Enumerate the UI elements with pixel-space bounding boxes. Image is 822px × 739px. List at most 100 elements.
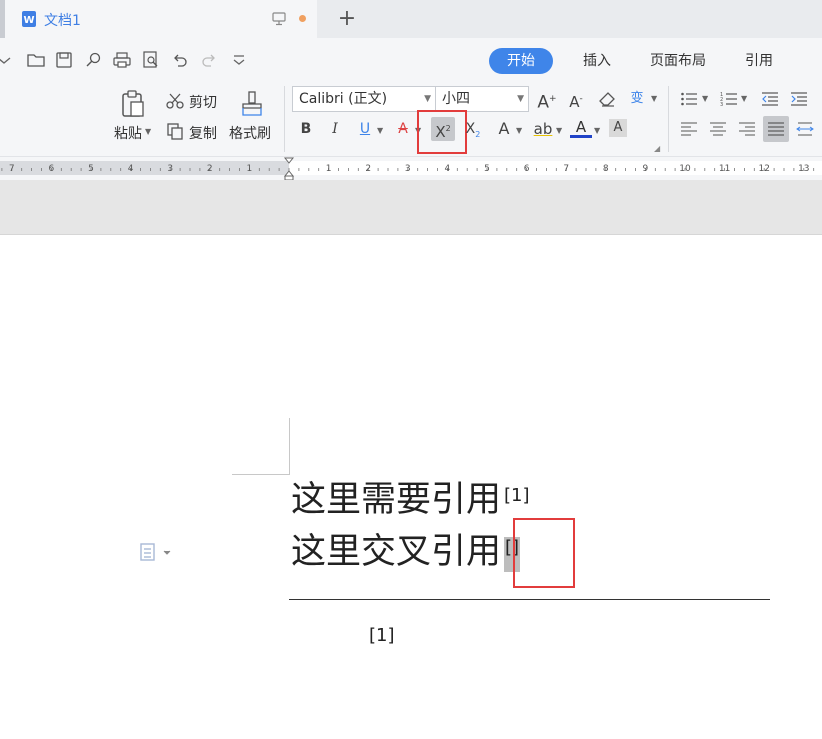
line-1-text: 这里需要引用 <box>291 480 502 520</box>
svg-text:W: W <box>23 15 34 26</box>
format-painter-icon[interactable] <box>240 90 264 118</box>
align-left-icon[interactable] <box>681 122 697 136</box>
justify-icon <box>768 122 784 136</box>
undo-icon[interactable] <box>170 50 190 70</box>
save-icon[interactable] <box>54 50 74 70</box>
chevron-down-icon[interactable]: ▼ <box>424 87 431 111</box>
underline-button[interactable]: U <box>354 118 376 140</box>
numbering-icon[interactable]: 123 <box>720 91 738 107</box>
ruler-number: 3 <box>167 164 173 174</box>
distributed-align-icon[interactable] <box>796 122 814 136</box>
page-gap <box>0 180 822 235</box>
footnote-text[interactable]: [1] <box>369 625 395 646</box>
ruler-number: 5 <box>88 164 94 174</box>
paste-icon[interactable] <box>120 90 146 118</box>
footnote-reference[interactable]: [1] <box>504 485 530 506</box>
bullets-icon[interactable] <box>680 91 698 107</box>
clear-format-icon[interactable] <box>598 91 616 107</box>
align-right-icon[interactable] <box>739 122 755 136</box>
unsaved-dot-icon <box>299 15 306 22</box>
highlight-color-icon[interactable]: ab <box>532 118 554 140</box>
font-size-value: 小四 <box>442 91 470 107</box>
cut-label[interactable]: 剪切 <box>189 92 217 112</box>
copy-icon[interactable] <box>166 122 184 140</box>
align-center-icon[interactable] <box>710 122 726 136</box>
strikethrough-button[interactable]: A <box>392 118 414 140</box>
document-tab-title: 文档1 <box>44 13 81 29</box>
print-icon[interactable] <box>112 50 132 70</box>
ribbon: 粘贴 ▼ 剪切 复制 格式刷 Calibri (正文) ▼ 小四 ▼ A+ A-… <box>0 82 822 156</box>
tab-page-layout[interactable]: 页面布局 <box>641 48 715 74</box>
ruler-number: 10 <box>679 164 691 174</box>
font-size-combo[interactable]: 小四 ▼ <box>435 86 529 112</box>
bold-button[interactable]: B <box>295 118 317 140</box>
chevron-down-icon[interactable]: ▼ <box>651 94 657 103</box>
justify-button[interactable] <box>763 116 789 142</box>
group-divider <box>668 86 669 152</box>
cross-reference-highlight-box <box>513 518 575 588</box>
ruler-number: 2 <box>365 164 371 174</box>
document-tab[interactable]: W 文档1 <box>5 0 317 38</box>
wps-writer-icon: W <box>22 11 36 27</box>
shrink-font-icon[interactable]: A- <box>565 88 587 111</box>
ruler-number: 7 <box>9 164 15 174</box>
highlight-box <box>417 110 467 154</box>
redo-icon[interactable] <box>199 50 219 70</box>
paste-dropdown-icon[interactable]: ▼ <box>145 127 151 136</box>
tab-references[interactable]: 引用 <box>735 48 783 74</box>
ruler-number: 1 <box>247 164 253 174</box>
ruler-scale: 7 6 5 4 3 2 1 1 2 3 4 5 6 7 8 9 10 11 12 13 <box>0 157 822 181</box>
font-name-combo[interactable]: Calibri (正文) ▼ <box>292 86 436 112</box>
chevron-down-icon[interactable]: ▼ <box>517 87 524 111</box>
chevron-down-icon[interactable]: ▼ <box>594 126 600 135</box>
decrease-indent-icon[interactable] <box>761 91 779 107</box>
increase-indent-icon[interactable] <box>790 91 808 107</box>
monitor-icon[interactable] <box>272 12 286 26</box>
ruler-number: 4 <box>445 164 451 174</box>
scissors-icon[interactable] <box>166 92 184 110</box>
margin-corner-vertical <box>289 418 290 475</box>
ruler-number: 12 <box>758 164 769 174</box>
chevron-down-icon[interactable]: ▼ <box>741 94 747 103</box>
ruler-number: 3 <box>405 164 411 174</box>
pinyin-guide-icon[interactable]: 变 <box>626 88 648 110</box>
ruler-number: 13 <box>798 164 809 174</box>
document-line-2[interactable]: 这里交叉引用[] <box>291 532 521 572</box>
format-painter-label[interactable]: 格式刷 <box>229 123 271 143</box>
group-divider <box>284 86 285 152</box>
grow-font-icon[interactable]: A+ <box>536 88 558 113</box>
tab-start[interactable]: 开始 <box>489 48 553 74</box>
chevron-down-icon[interactable]: ▼ <box>702 94 708 103</box>
font-color-icon[interactable]: A <box>570 118 592 138</box>
chevron-down-icon[interactable]: ▼ <box>377 126 383 135</box>
chevron-down-icon[interactable]: ▼ <box>516 126 522 135</box>
tab-insert[interactable]: 插入 <box>573 48 621 74</box>
font-name-value: Calibri (正文) <box>299 91 388 107</box>
font-dialog-launcher-icon[interactable]: ◢ <box>654 144 660 153</box>
horizontal-ruler[interactable]: 7 6 5 4 3 2 1 1 2 3 4 5 6 7 8 9 10 11 12 13 <box>0 156 822 181</box>
title-tab-bar: W 文档1 + <box>0 0 822 38</box>
text-effects-icon[interactable]: A <box>493 118 515 140</box>
paste-label[interactable]: 粘贴 <box>114 123 142 143</box>
paragraph-options-icon[interactable] <box>140 543 172 561</box>
ruler-number: 2 <box>207 164 213 174</box>
subscript-icon[interactable]: X2 <box>462 118 484 140</box>
ruler-number: 6 <box>524 164 530 174</box>
italic-button[interactable]: I <box>324 118 346 140</box>
ruler-number: 4 <box>128 164 134 174</box>
ruler-number: 5 <box>484 164 490 174</box>
customize-dropdown-icon[interactable] <box>229 50 249 70</box>
chevron-down-icon[interactable] <box>0 50 14 70</box>
document-line-1[interactable]: 这里需要引用 [1] <box>291 480 530 520</box>
ruler-number: 11 <box>719 164 730 174</box>
char-shading-icon[interactable]: A <box>609 119 627 137</box>
new-tab-button[interactable]: + <box>334 6 360 32</box>
ruler-number: 1 <box>326 164 332 174</box>
open-folder-icon[interactable] <box>26 50 46 70</box>
find-icon[interactable] <box>83 50 103 70</box>
chevron-down-icon[interactable]: ▼ <box>556 126 562 135</box>
print-preview-icon[interactable] <box>141 50 161 70</box>
ruler-number: 8 <box>603 164 609 174</box>
line-2-text: 这里交叉引用 <box>291 532 502 572</box>
copy-label[interactable]: 复制 <box>189 123 217 143</box>
